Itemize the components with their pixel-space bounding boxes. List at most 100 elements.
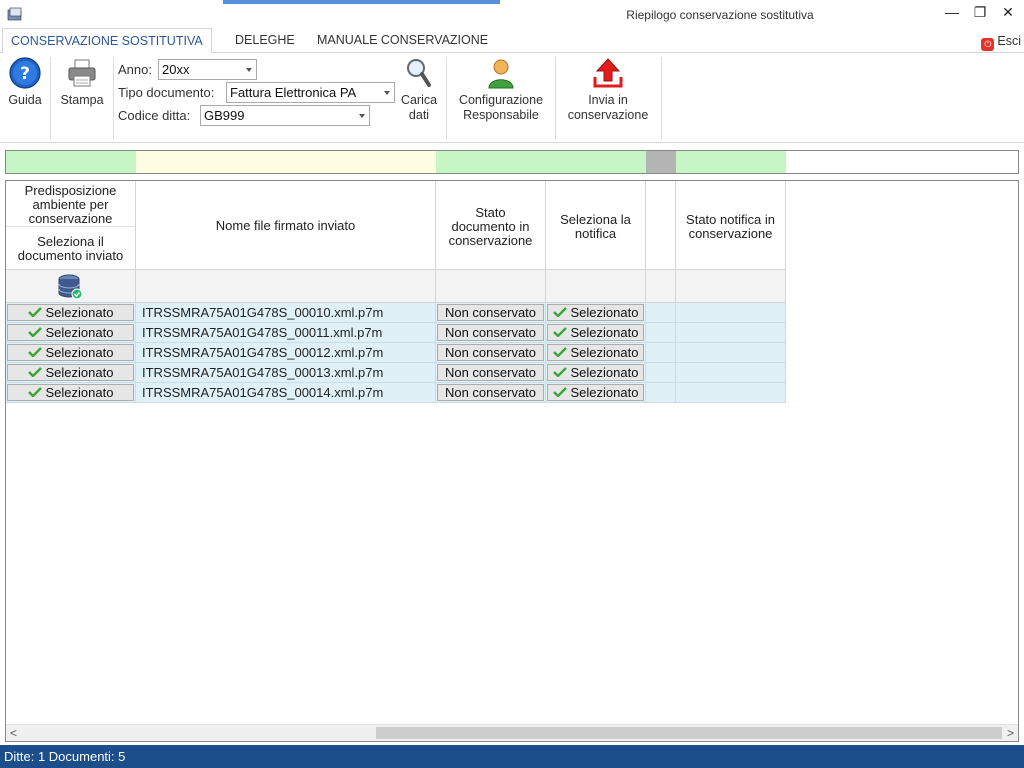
header-line: Stato (475, 205, 506, 220)
colorbar-segment-green (676, 151, 786, 173)
stato-documento-label: Non conservato (444, 305, 537, 320)
svg-text:?: ? (20, 64, 30, 84)
check-icon (27, 307, 42, 317)
header-line: conservazione (448, 233, 533, 248)
upload-arrow-icon (593, 58, 623, 88)
configurazione-responsabile-button[interactable]: Configurazione Responsabile (451, 57, 551, 123)
invia-label-line1: Invia in (588, 93, 628, 107)
table-cell (646, 323, 676, 343)
header-stato-notifica[interactable]: Stato notifica in conservazione (676, 181, 786, 270)
stato-documento-label: Non conservato (444, 325, 537, 340)
table-cell: ITRSSMRA75A01G478S_00010.xml.p7m (136, 303, 436, 323)
seleziona-documento-button[interactable]: Selezionato (7, 344, 134, 361)
header-line: conservazione (688, 226, 773, 241)
stato-documento-button[interactable]: Non conservato (437, 384, 544, 401)
check-icon (552, 367, 567, 377)
seleziona-notifica-label: Selezionato (570, 305, 639, 320)
stato-documento-label: Non conservato (444, 345, 537, 360)
help-icon: ? (9, 57, 41, 89)
table-cell: Non conservato (436, 343, 546, 363)
check-icon (27, 327, 42, 337)
seleziona-notifica-button[interactable]: Selezionato (547, 384, 644, 401)
table-cell (676, 383, 786, 403)
exit-button[interactable]: ⏻ Esci (981, 32, 1021, 51)
header-stato-documento[interactable]: Stato documento in conservazione (436, 181, 546, 270)
close-button[interactable]: ✕ (994, 2, 1022, 22)
anno-select[interactable]: 20xx (158, 59, 257, 80)
scroll-right-icon[interactable]: > (1007, 726, 1014, 740)
title-bar: Riepilogo conservazione sostitutiva — ❐ … (0, 0, 1024, 28)
file-name-cell: ITRSSMRA75A01G478S_00011.xml.p7m (142, 325, 383, 340)
anno-label: Anno: (118, 62, 152, 77)
header-line: conservazione (28, 211, 113, 226)
ribbon-tabs: CONSERVAZIONE SOSTITUTIVA DELEGHE MANUAL… (0, 28, 1024, 54)
tab-deleghe[interactable]: DELEGHE (227, 28, 303, 53)
tipo-documento-select[interactable]: Fattura Elettronica PA (226, 82, 395, 103)
column-color-bar (5, 150, 1019, 174)
ribbon-separator (555, 57, 556, 139)
seleziona-documento-button[interactable]: Selezionato (7, 304, 134, 321)
scroll-left-icon[interactable]: < (10, 726, 17, 740)
restore-button[interactable]: ❐ (966, 2, 994, 22)
documents-grid: Predisposizione ambiente per conservazio… (5, 180, 1019, 742)
table-cell: ITRSSMRA75A01G478S_00013.xml.p7m (136, 363, 436, 383)
seleziona-documento-button[interactable]: Selezionato (7, 324, 134, 341)
codice-ditta-select[interactable]: GB999 (200, 105, 370, 126)
carica-label-line1: Carica (400, 93, 438, 107)
filter-cell (436, 270, 546, 303)
table-cell: ITRSSMRA75A01G478S_00012.xml.p7m (136, 343, 436, 363)
carica-dati-button[interactable]: Carica dati (396, 57, 442, 123)
status-bar: Ditte: 1 Documenti: 5 (0, 745, 1024, 768)
check-icon (552, 347, 567, 357)
stato-documento-button[interactable]: Non conservato (437, 304, 544, 321)
stato-documento-button[interactable]: Non conservato (437, 364, 544, 381)
table-cell (676, 363, 786, 383)
window-title: Riepilogo conservazione sostitutiva (626, 8, 814, 22)
seleziona-notifica-button[interactable]: Selezionato (547, 304, 644, 321)
table-cell: Non conservato (436, 303, 546, 323)
ribbon-separator (113, 57, 114, 139)
minimize-button[interactable]: — (938, 2, 966, 22)
header-predisposizione[interactable]: Predisposizione ambiente per conservazio… (6, 181, 136, 227)
stato-documento-label: Non conservato (444, 365, 537, 380)
printer-icon (68, 59, 96, 87)
horizontal-scrollbar[interactable]: < > (6, 724, 1018, 741)
tab-conservazione-sostitutiva[interactable]: CONSERVAZIONE SOSTITUTIVA (2, 28, 212, 54)
table-cell: Selezionato (6, 343, 136, 363)
ribbon-separator (661, 57, 662, 139)
database-check-icon[interactable] (57, 273, 85, 301)
seleziona-notifica-button[interactable]: Selezionato (547, 324, 644, 341)
table-cell (676, 303, 786, 323)
stato-documento-button[interactable]: Non conservato (437, 324, 544, 341)
guida-button[interactable]: ? Guida (5, 57, 45, 108)
invia-conservazione-button[interactable]: Invia in conservazione (560, 57, 656, 123)
table-cell: Non conservato (436, 323, 546, 343)
seleziona-documento-button[interactable]: Selezionato (7, 364, 134, 381)
table-cell: Selezionato (546, 343, 646, 363)
chevron-down-icon (246, 68, 252, 72)
table-cell (646, 383, 676, 403)
header-nome-file[interactable]: Nome file firmato inviato (136, 181, 436, 270)
seleziona-documento-button[interactable]: Selezionato (7, 384, 134, 401)
carica-label-line2: dati (408, 108, 430, 122)
stato-documento-button[interactable]: Non conservato (437, 344, 544, 361)
seleziona-notifica-label: Selezionato (570, 385, 639, 400)
seleziona-notifica-label: Selezionato (570, 345, 639, 360)
header-seleziona-documento[interactable]: Seleziona il documento inviato (6, 227, 136, 270)
seleziona-notifica-button[interactable]: Selezionato (547, 364, 644, 381)
check-icon (552, 327, 567, 337)
tab-manuale-conservazione[interactable]: MANUALE CONSERVAZIONE (309, 28, 496, 53)
scroll-thumb[interactable] (376, 727, 1002, 739)
header-seleziona-notifica[interactable]: Seleziona la notifica (546, 181, 646, 270)
check-icon (27, 367, 42, 377)
stampa-button[interactable]: Stampa (56, 57, 108, 108)
magnifier-icon (407, 59, 431, 87)
seleziona-documento-label: Selezionato (45, 345, 114, 360)
table-cell (646, 343, 676, 363)
colorbar-segment-green (546, 151, 646, 173)
header-line: Predisposizione (24, 183, 117, 198)
invia-label-line2: conservazione (567, 108, 649, 122)
header-line: Seleziona il (37, 234, 104, 249)
table-cell (646, 303, 676, 323)
seleziona-notifica-button[interactable]: Selezionato (547, 344, 644, 361)
